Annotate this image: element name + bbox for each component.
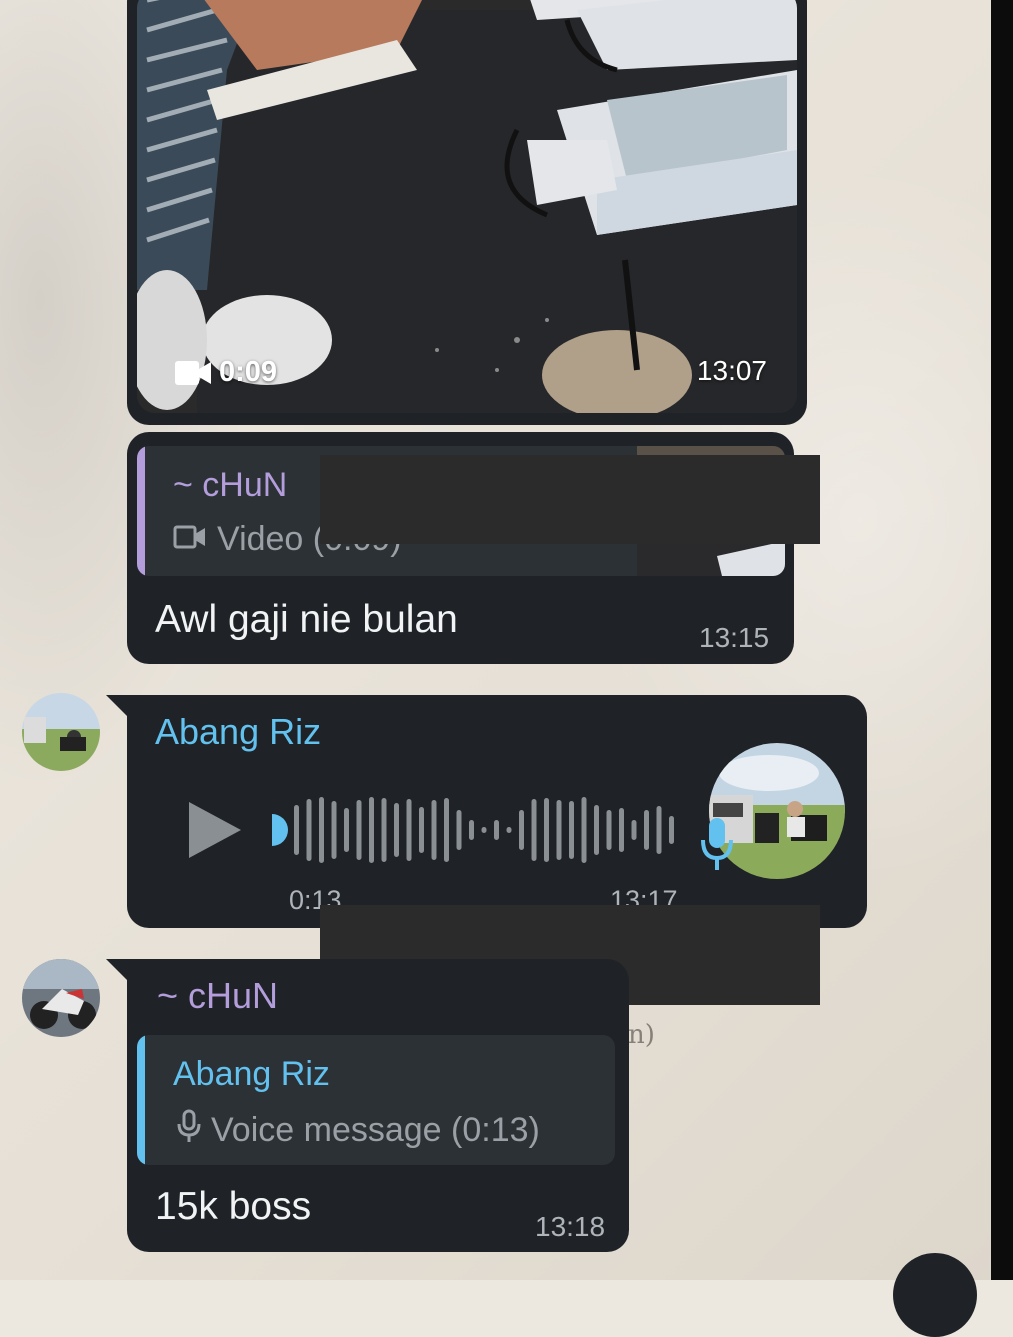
quoted-type-label: Voice message (0:13) — [211, 1111, 540, 1149]
voice-message-bubble[interactable]: Abang Riz 0:13 13:17 — [127, 695, 867, 928]
waveform-bar — [669, 816, 674, 844]
playback-position-dot[interactable] — [256, 814, 288, 846]
avatar[interactable] — [22, 693, 100, 771]
waveform-bar — [619, 808, 624, 852]
avatar[interactable] — [22, 959, 100, 1037]
waveform-bar — [519, 810, 524, 850]
waveform-bar — [569, 801, 574, 859]
waveform-bar — [444, 798, 449, 862]
waveform-bar — [656, 806, 662, 854]
quote-accent-bar — [137, 446, 145, 576]
redacted-area — [320, 455, 820, 544]
voice-waveform[interactable] — [256, 795, 682, 870]
microphone-icon — [700, 816, 734, 877]
waveform-bar — [406, 799, 412, 861]
waveform-bar — [606, 810, 612, 850]
waveform-bar — [594, 805, 599, 855]
quoted-type: Voice message (0:13) — [177, 1109, 540, 1152]
waveform-bar — [544, 798, 549, 862]
sender-name[interactable]: ~ cHuN — [157, 975, 278, 1017]
waveform-bar — [494, 820, 499, 840]
waveform-bar — [369, 797, 374, 863]
waveform-bar — [344, 808, 349, 852]
bubble-tail — [106, 695, 128, 717]
bubble-tail — [106, 959, 128, 981]
waveform-bar — [381, 798, 387, 862]
waveform-bar — [394, 803, 399, 857]
waveform-bar — [531, 799, 537, 861]
microphone-icon — [177, 1109, 201, 1152]
video-message-bubble[interactable]: 0:09 13:07 — [127, 0, 807, 425]
waveform-bar — [469, 820, 474, 840]
message-timestamp: 13:18 — [535, 1211, 606, 1242]
waveform-bar — [506, 827, 512, 833]
waveform-bar — [481, 827, 487, 833]
waveform-bar — [631, 820, 637, 840]
waveform-bar — [319, 797, 324, 863]
message-timestamp: 13:15 — [699, 622, 770, 653]
video-timestamp: 13:07 — [696, 355, 767, 386]
wallpaper-text: n) — [628, 1020, 655, 1050]
waveform-bar — [456, 810, 462, 850]
message-text: 15k boss — [155, 1185, 312, 1228]
waveform-bar — [331, 801, 337, 859]
quote-accent-bar — [137, 1035, 145, 1165]
scroll-down-button[interactable] — [893, 1253, 977, 1337]
waveform-bar — [356, 800, 362, 860]
waveform-bar — [306, 799, 312, 861]
sender-name[interactable]: Abang Riz — [155, 711, 321, 753]
video-duration: 0:09 — [175, 356, 277, 389]
screen-edge — [991, 0, 1013, 1280]
waveform-bar — [644, 810, 649, 850]
video-camera-icon — [175, 360, 211, 386]
play-icon[interactable] — [187, 800, 243, 860]
waveform-bar — [294, 805, 299, 855]
reply-message-bubble[interactable]: ~ cHuN Abang Riz Voice message (0:13) 15… — [127, 959, 629, 1252]
waveform-bar — [419, 807, 424, 853]
message-text: Awl gaji nie bulan — [155, 598, 458, 641]
video-outline-icon — [173, 520, 207, 559]
waveform-bar — [556, 800, 562, 860]
reply-message-bubble[interactable]: ~ cHuN Video (0:09) Awl gaji nie bulan 1… — [127, 432, 820, 664]
quoted-sender: Abang Riz — [173, 1055, 330, 1093]
video-duration-label: 0:09 — [219, 356, 278, 388]
waveform-bar — [431, 800, 437, 860]
video-thumbnail[interactable]: 0:09 13:07 — [137, 0, 797, 413]
quoted-sender: ~ cHuN — [173, 466, 288, 504]
waveform-bar — [581, 797, 587, 863]
quoted-voice-preview[interactable]: Abang Riz Voice message (0:13) — [137, 1035, 615, 1165]
